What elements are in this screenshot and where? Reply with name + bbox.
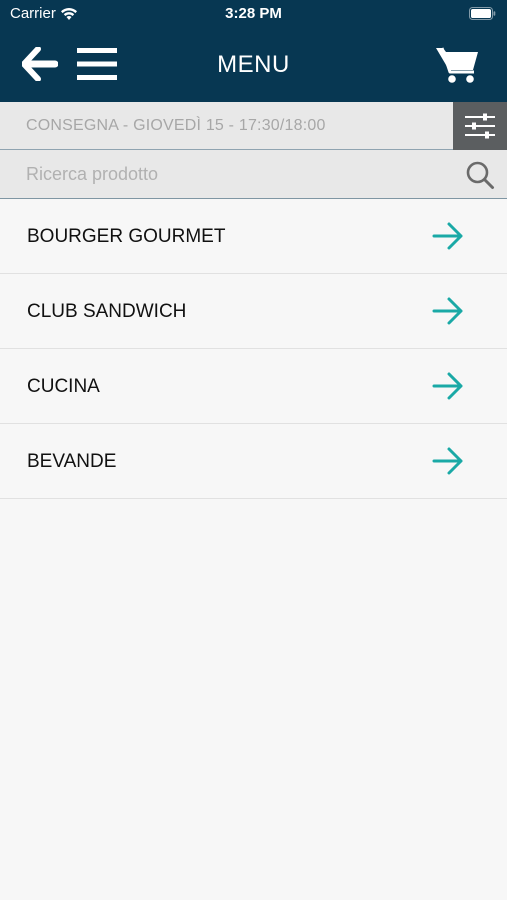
list-item[interactable]: BOURGER GOURMET [0, 199, 507, 274]
status-bar: Carrier 3:28 PM [0, 0, 507, 28]
category-label: CLUB SANDWICH [27, 301, 187, 322]
category-label: CUCINA [27, 376, 100, 397]
search-icon[interactable] [465, 160, 495, 190]
list-item[interactable]: CUCINA [0, 349, 507, 424]
arrow-right-icon [432, 297, 463, 325]
delivery-info-bar[interactable]: CONSEGNA - GIOVEDÌ 15 - 17:30/18:00 [0, 102, 507, 150]
status-time: 3:28 PM [225, 5, 282, 22]
arrow-right-icon [432, 372, 463, 400]
app-screen: Carrier 3:28 PM MENU CONSEGNA - GIOVEDÌ … [0, 0, 507, 900]
arrow-right-icon [432, 222, 463, 250]
category-label: BEVANDE [27, 451, 117, 472]
filter-button[interactable] [453, 102, 507, 150]
header: Carrier 3:28 PM MENU [0, 0, 507, 102]
list-item[interactable]: CLUB SANDWICH [0, 274, 507, 349]
search-input[interactable] [26, 160, 446, 188]
cart-icon [436, 47, 478, 83]
delivery-slot-label: CONSEGNA - GIOVEDÌ 15 - 17:30/18:00 [26, 117, 326, 134]
list-item[interactable]: BEVANDE [0, 424, 507, 499]
category-list: BOURGER GOURMET CLUB SANDWICH CUCINA BEV… [0, 199, 507, 499]
battery-icon [469, 7, 496, 20]
arrow-right-icon [432, 447, 463, 475]
page-title: MENU [217, 51, 290, 78]
sliders-icon [465, 113, 495, 139]
cart-button[interactable] [434, 42, 482, 86]
search-bar [0, 150, 507, 199]
category-label: BOURGER GOURMET [27, 226, 226, 247]
nav-bar: MENU [0, 28, 507, 102]
